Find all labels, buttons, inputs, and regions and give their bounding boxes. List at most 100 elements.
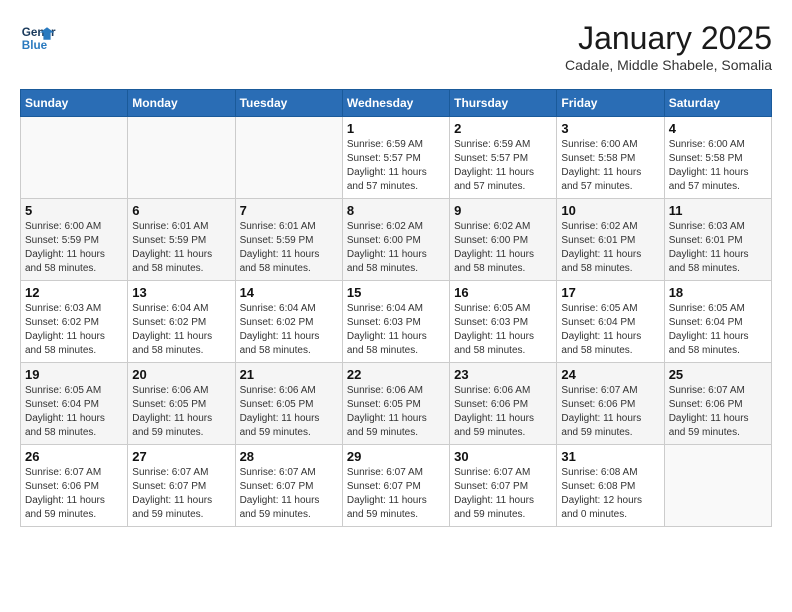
day-number: 14 bbox=[240, 285, 338, 300]
calendar-cell: 13 Sunrise: 6:04 AMSunset: 6:02 PMDayligh… bbox=[128, 281, 235, 363]
calendar-cell: 24Sunrise: 6:07 AMSunset: 6:06 PMDayligh… bbox=[557, 363, 664, 445]
day-info: Sunrise: 6:00 AMSunset: 5:59 PMDaylight:… bbox=[25, 220, 123, 276]
day-number: 21 bbox=[240, 367, 338, 382]
calendar-cell: 20 Sunrise: 6:06 AMSunset: 6:05 PMDayligh… bbox=[128, 363, 235, 445]
day-info: Sunrise: 6:07 AMSunset: 6:07 PMDaylight:… bbox=[347, 466, 445, 522]
calendar-cell: 22 Sunrise: 6:06 AMSunset: 6:05 PMDayligh… bbox=[342, 363, 449, 445]
calendar-week-row: 1Sunrise: 6:59 AMSunset: 5:57 PMDaylight… bbox=[21, 117, 772, 199]
logo: General Blue bbox=[20, 20, 56, 56]
day-info: Sunrise: 6:02 AMSunset: 6:00 PMDaylight:… bbox=[454, 220, 552, 276]
calendar-cell: 28Sunrise: 6:07 AMSunset: 6:07 PMDayligh… bbox=[235, 445, 342, 527]
calendar-cell: 17Sunrise: 6:05 AMSunset: 6:04 PMDayligh… bbox=[557, 281, 664, 363]
calendar-cell: 23 Sunrise: 6:06 AMSunset: 6:06 PMDayligh… bbox=[450, 363, 557, 445]
calendar-cell: 3Sunrise: 6:00 AMSunset: 5:58 PMDaylight… bbox=[557, 117, 664, 199]
weekday-header-saturday: Saturday bbox=[664, 90, 771, 117]
day-number: 12 bbox=[25, 285, 123, 300]
day-number: 17 bbox=[561, 285, 659, 300]
day-info: Sunrise: 6:07 AMSunset: 6:07 PMDaylight:… bbox=[454, 466, 552, 522]
calendar-cell: 26 Sunrise: 6:07 AMSunset: 6:06 PMDayligh… bbox=[21, 445, 128, 527]
calendar-cell bbox=[235, 117, 342, 199]
month-title: January 2025 bbox=[565, 20, 772, 57]
day-info: Sunrise: 6:07 AMSunset: 6:06 PMDaylight:… bbox=[669, 384, 767, 440]
svg-text:General: General bbox=[22, 26, 56, 39]
calendar-cell: 2Sunrise: 6:59 AMSunset: 5:57 PMDaylight… bbox=[450, 117, 557, 199]
day-number: 16 bbox=[454, 285, 552, 300]
calendar-cell: 25Sunrise: 6:07 AMSunset: 6:06 PMDayligh… bbox=[664, 363, 771, 445]
day-info: Sunrise: 6:06 AMSunset: 6:05 PMDaylight:… bbox=[347, 384, 445, 440]
calendar-week-row: 19 Sunrise: 6:05 AMSunset: 6:04 PMDayligh… bbox=[21, 363, 772, 445]
day-info: Sunrise: 6:07 AMSunset: 6:07 PMDaylight:… bbox=[132, 466, 230, 522]
day-number: 4 bbox=[669, 121, 767, 136]
calendar-cell: 12 Sunrise: 6:03 AMSunset: 6:02 PMDayligh… bbox=[21, 281, 128, 363]
calendar-cell: 8 Sunrise: 6:02 AMSunset: 6:00 PMDaylight… bbox=[342, 199, 449, 281]
title-block: January 2025 Cadale, Middle Shabele, Som… bbox=[565, 20, 772, 73]
day-info: Sunrise: 6:02 AMSunset: 6:01 PMDaylight:… bbox=[561, 220, 659, 276]
day-number: 9 bbox=[454, 203, 552, 218]
day-info: Sunrise: 6:05 AMSunset: 6:04 PMDaylight:… bbox=[25, 384, 123, 440]
calendar-week-row: 5 Sunrise: 6:00 AMSunset: 5:59 PMDaylight… bbox=[21, 199, 772, 281]
day-number: 20 bbox=[132, 367, 230, 382]
calendar-cell: 5 Sunrise: 6:00 AMSunset: 5:59 PMDaylight… bbox=[21, 199, 128, 281]
day-info: Sunrise: 6:03 AMSunset: 6:02 PMDaylight:… bbox=[25, 302, 123, 358]
calendar-cell: 10 Sunrise: 6:02 AMSunset: 6:01 PMDayligh… bbox=[557, 199, 664, 281]
day-number: 6 bbox=[132, 203, 230, 218]
day-number: 2 bbox=[454, 121, 552, 136]
day-number: 13 bbox=[132, 285, 230, 300]
location-subtitle: Cadale, Middle Shabele, Somalia bbox=[565, 57, 772, 73]
day-info: Sunrise: 6:00 AMSunset: 5:58 PMDaylight:… bbox=[561, 138, 659, 194]
calendar-cell: 15Sunrise: 6:04 AMSunset: 6:03 PMDayligh… bbox=[342, 281, 449, 363]
day-number: 5 bbox=[25, 203, 123, 218]
day-info: Sunrise: 6:03 AMSunset: 6:01 PMDaylight:… bbox=[669, 220, 767, 276]
day-info: Sunrise: 6:04 AMSunset: 6:02 PMDaylight:… bbox=[240, 302, 338, 358]
day-info: Sunrise: 6:02 AMSunset: 6:00 PMDaylight:… bbox=[347, 220, 445, 276]
calendar-cell: 4 Sunrise: 6:00 AMSunset: 5:58 PMDaylight… bbox=[664, 117, 771, 199]
calendar-table: SundayMondayTuesdayWednesdayThursdayFrid… bbox=[20, 89, 772, 527]
day-number: 8 bbox=[347, 203, 445, 218]
calendar-cell: 16 Sunrise: 6:05 AMSunset: 6:03 PMDayligh… bbox=[450, 281, 557, 363]
calendar-cell: 7Sunrise: 6:01 AMSunset: 5:59 PMDaylight… bbox=[235, 199, 342, 281]
calendar-cell bbox=[664, 445, 771, 527]
calendar-cell bbox=[128, 117, 235, 199]
weekday-header-sunday: Sunday bbox=[21, 90, 128, 117]
day-info: Sunrise: 6:06 AMSunset: 6:05 PMDaylight:… bbox=[132, 384, 230, 440]
day-number: 31 bbox=[561, 449, 659, 464]
calendar-cell: 11 Sunrise: 6:03 AMSunset: 6:01 PMDayligh… bbox=[664, 199, 771, 281]
calendar-cell: 14 Sunrise: 6:04 AMSunset: 6:02 PMDayligh… bbox=[235, 281, 342, 363]
day-number: 26 bbox=[25, 449, 123, 464]
day-info: Sunrise: 6:06 AMSunset: 6:06 PMDaylight:… bbox=[454, 384, 552, 440]
calendar-cell: 19 Sunrise: 6:05 AMSunset: 6:04 PMDayligh… bbox=[21, 363, 128, 445]
day-info: Sunrise: 6:07 AMSunset: 6:06 PMDaylight:… bbox=[25, 466, 123, 522]
page-header: General Blue January 2025 Cadale, Middle… bbox=[20, 20, 772, 73]
day-info: Sunrise: 6:05 AMSunset: 6:03 PMDaylight:… bbox=[454, 302, 552, 358]
weekday-header-monday: Monday bbox=[128, 90, 235, 117]
day-number: 29 bbox=[347, 449, 445, 464]
day-info: Sunrise: 6:00 AMSunset: 5:58 PMDaylight:… bbox=[669, 138, 767, 194]
weekday-header-row: SundayMondayTuesdayWednesdayThursdayFrid… bbox=[21, 90, 772, 117]
calendar-week-row: 12 Sunrise: 6:03 AMSunset: 6:02 PMDayligh… bbox=[21, 281, 772, 363]
day-number: 10 bbox=[561, 203, 659, 218]
calendar-cell: 27Sunrise: 6:07 AMSunset: 6:07 PMDayligh… bbox=[128, 445, 235, 527]
day-number: 30 bbox=[454, 449, 552, 464]
day-info: Sunrise: 6:05 AMSunset: 6:04 PMDaylight:… bbox=[669, 302, 767, 358]
day-number: 24 bbox=[561, 367, 659, 382]
day-number: 1 bbox=[347, 121, 445, 136]
day-number: 22 bbox=[347, 367, 445, 382]
day-number: 11 bbox=[669, 203, 767, 218]
day-info: Sunrise: 6:08 AMSunset: 6:08 PMDaylight:… bbox=[561, 466, 659, 522]
calendar-cell bbox=[21, 117, 128, 199]
day-info: Sunrise: 6:06 AMSunset: 6:05 PMDaylight:… bbox=[240, 384, 338, 440]
calendar-cell: 9 Sunrise: 6:02 AMSunset: 6:00 PMDaylight… bbox=[450, 199, 557, 281]
weekday-header-thursday: Thursday bbox=[450, 90, 557, 117]
calendar-cell: 18Sunrise: 6:05 AMSunset: 6:04 PMDayligh… bbox=[664, 281, 771, 363]
weekday-header-tuesday: Tuesday bbox=[235, 90, 342, 117]
calendar-cell: 21 Sunrise: 6:06 AMSunset: 6:05 PMDayligh… bbox=[235, 363, 342, 445]
calendar-cell: 1Sunrise: 6:59 AMSunset: 5:57 PMDaylight… bbox=[342, 117, 449, 199]
day-number: 23 bbox=[454, 367, 552, 382]
day-info: Sunrise: 6:04 AMSunset: 6:03 PMDaylight:… bbox=[347, 302, 445, 358]
day-number: 19 bbox=[25, 367, 123, 382]
calendar-week-row: 26 Sunrise: 6:07 AMSunset: 6:06 PMDayligh… bbox=[21, 445, 772, 527]
day-number: 7 bbox=[240, 203, 338, 218]
calendar-cell: 31 Sunrise: 6:08 AMSunset: 6:08 PMDayligh… bbox=[557, 445, 664, 527]
day-info: Sunrise: 6:04 AMSunset: 6:02 PMDaylight:… bbox=[132, 302, 230, 358]
day-info: Sunrise: 6:07 AMSunset: 6:07 PMDaylight:… bbox=[240, 466, 338, 522]
